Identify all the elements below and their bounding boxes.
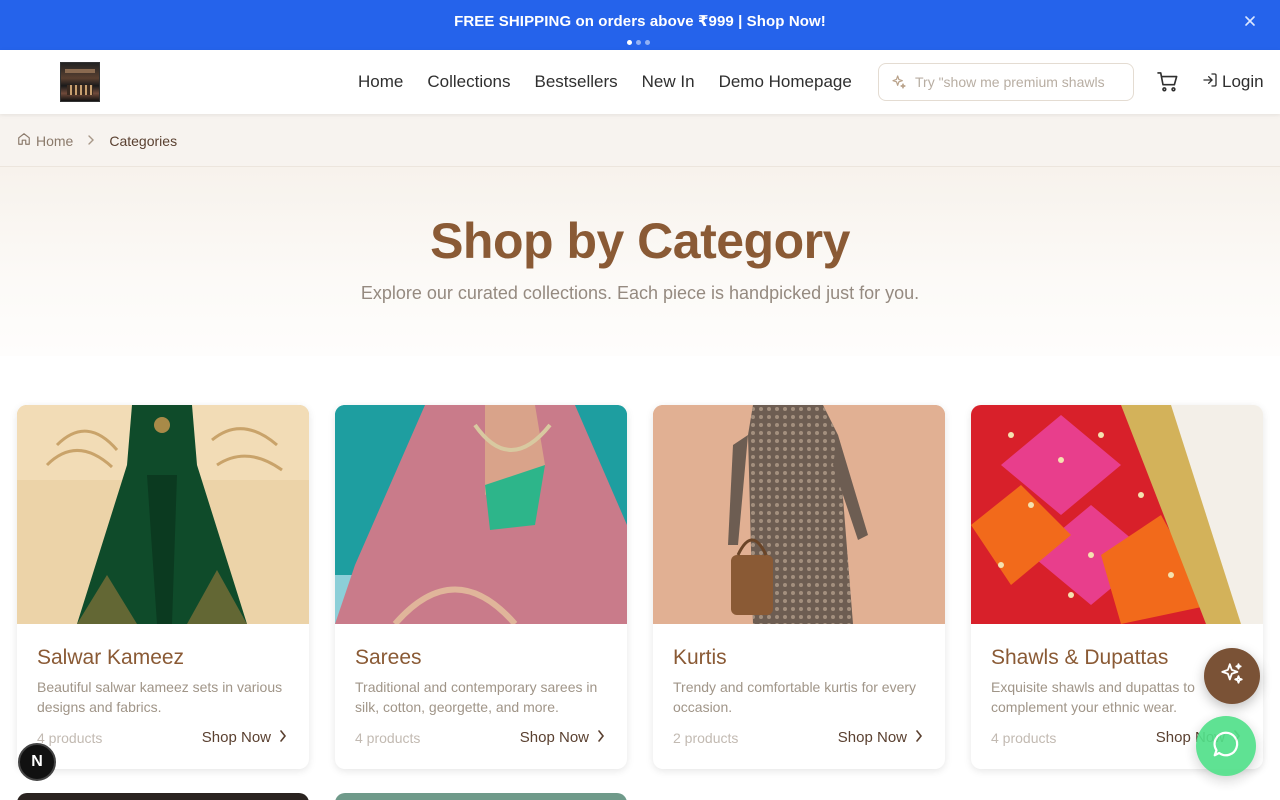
category-title: Shawls & Dupattas <box>991 646 1169 669</box>
category-description: Trendy and comfortable kurtis for every … <box>673 679 917 715</box>
close-icon[interactable] <box>1242 13 1258 29</box>
site-logo[interactable] <box>60 62 100 102</box>
product-count: 4 products <box>355 730 421 746</box>
cart-icon[interactable] <box>1157 72 1179 92</box>
product-count: 2 products <box>673 730 739 746</box>
breadcrumb-bar: Home Categories <box>0 114 1280 167</box>
promo-pagination <box>627 40 650 45</box>
page-title: Shop by Category <box>430 213 850 269</box>
breadcrumb-home-label: Home <box>36 132 74 149</box>
chat-icon <box>1211 729 1241 764</box>
promo-banner: FREE SHIPPING on orders above ₹999 | Sho… <box>0 0 1280 50</box>
chevron-right-icon <box>597 729 605 746</box>
shop-now-label: Shop Now <box>837 729 907 746</box>
category-description: Exquisite shawls and dupattas to complem… <box>991 679 1195 715</box>
nav-demo-homepage[interactable]: Demo Homepage <box>719 72 852 92</box>
category-image <box>17 405 309 624</box>
promo-text[interactable]: FREE SHIPPING on orders above ₹999 | Sho… <box>0 12 1280 30</box>
shop-now-link[interactable]: Shop Now <box>202 729 287 746</box>
ai-assistant-button[interactable] <box>1204 648 1260 704</box>
category-image <box>971 405 1263 624</box>
sparkle-icon <box>1219 661 1245 692</box>
promo-dot[interactable] <box>636 40 641 45</box>
nav-new-in[interactable]: New In <box>642 72 695 92</box>
promo-dot[interactable] <box>645 40 650 45</box>
category-title: Salwar Kameez <box>37 646 185 669</box>
category-card-salwar-kameez[interactable]: Salwar Kameez Beautiful salwar kameez se… <box>17 405 309 769</box>
dev-tools-badge[interactable]: N <box>18 743 56 781</box>
chevron-right-icon <box>279 729 287 746</box>
category-card-kurtis[interactable]: Kurtis Trendy and comfortable kurtis for… <box>653 405 945 769</box>
category-title: Kurtis <box>673 646 727 669</box>
nav-bestsellers[interactable]: Bestsellers <box>535 72 618 92</box>
product-count: 4 products <box>991 730 1057 746</box>
search-input[interactable] <box>915 74 1125 90</box>
login-label: Login <box>1222 72 1264 91</box>
sparkle-icon <box>891 74 907 90</box>
category-description: Traditional and contemporary sarees in s… <box>355 679 598 715</box>
category-title: Sarees <box>355 646 422 669</box>
shop-now-label: Shop Now <box>201 729 271 746</box>
category-image <box>653 405 945 624</box>
page-subtitle: Explore our curated collections. Each pi… <box>360 283 920 303</box>
home-icon <box>17 132 31 149</box>
site-header: Home Collections Bestsellers New In Demo… <box>0 50 1280 114</box>
breadcrumb: Home Categories <box>17 132 177 149</box>
category-image <box>335 405 627 624</box>
promo-dot[interactable] <box>627 40 632 45</box>
category-card-sarees[interactable]: Sarees Traditional and contemporary sare… <box>335 405 627 769</box>
search-box[interactable] <box>878 63 1134 101</box>
shop-now-label: Shop Now <box>519 729 589 746</box>
product-count: 4 products <box>37 730 103 746</box>
category-card-partial[interactable] <box>335 793 627 800</box>
nav-home[interactable]: Home <box>358 72 403 92</box>
category-description: Beautiful salwar kameez sets in various … <box>37 679 283 715</box>
chat-button[interactable] <box>1196 716 1256 776</box>
shop-now-link[interactable]: Shop Now <box>520 729 605 746</box>
breadcrumb-home[interactable]: Home <box>17 132 73 149</box>
chevron-right-icon <box>86 133 96 148</box>
category-card-partial[interactable] <box>17 793 309 800</box>
chevron-right-icon <box>915 729 923 746</box>
login-button[interactable]: Login <box>1202 72 1264 92</box>
shop-now-link[interactable]: Shop Now <box>838 729 923 746</box>
main-nav: Home Collections Bestsellers New In Demo… <box>358 50 852 114</box>
category-card-shawls-dupattas[interactable]: Shawls & Dupattas Exquisite shawls and d… <box>971 405 1263 769</box>
breadcrumb-current: Categories <box>109 132 178 149</box>
login-icon <box>1202 72 1218 93</box>
hero-section: Shop by Category Explore our curated col… <box>0 167 1280 356</box>
nav-collections[interactable]: Collections <box>427 72 510 92</box>
